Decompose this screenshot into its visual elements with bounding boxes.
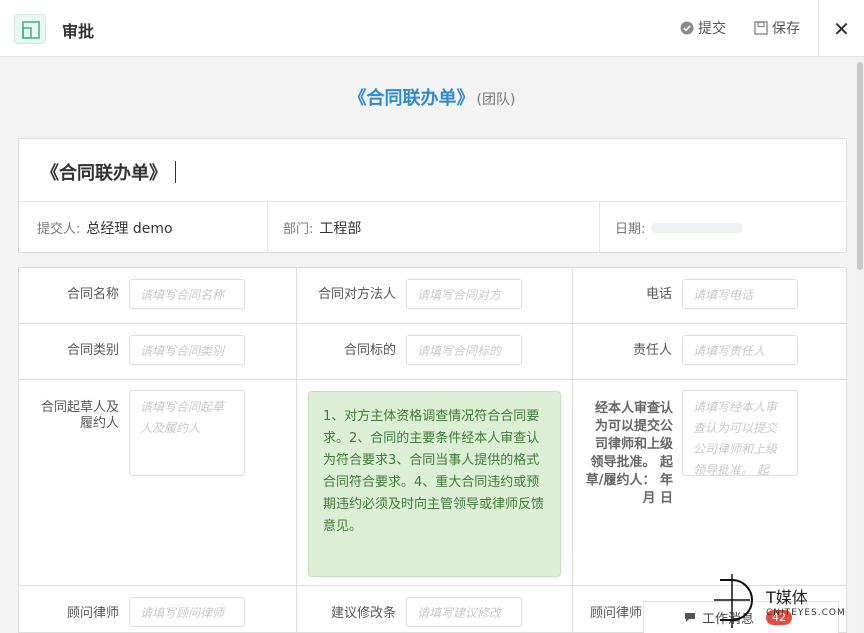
watermark-brand: T媒体 [766, 588, 808, 607]
date-value-redacted [651, 222, 744, 233]
watermark-logo: T媒体 CNITEYES.COM [712, 574, 864, 630]
department-info: 部门: 工程部 [283, 202, 361, 253]
responsible-label: 责任人 [632, 343, 672, 358]
contract-type-label: 合同类别 [66, 343, 119, 358]
contract-name-label: 合同名称 [66, 287, 119, 302]
phone-input[interactable]: 请填写电话 [682, 279, 798, 309]
meta-separator [599, 202, 600, 253]
approval-app-icon [14, 14, 46, 44]
consultant-lawyer-input[interactable]: 请填写顾问律师 [129, 597, 245, 627]
close-button[interactable]: ✕ [818, 0, 864, 57]
contract-name-input[interactable]: 请填写合同名称 [129, 279, 245, 309]
document-subtitle: (团队) [476, 92, 516, 108]
page-title: 审批 [62, 22, 95, 41]
document-title: 《合同联办单》 [348, 88, 475, 109]
counterparty-label: 合同对方法人 [317, 287, 396, 302]
drafter-label: 合同起草人及履约人 [40, 400, 119, 431]
floppy-disk-icon [754, 21, 768, 35]
handler-review-textarea[interactable]: 请填写经本人审查认为可以提交公司律师和上级领导批准。 起 [682, 390, 798, 476]
column-divider [296, 268, 297, 633]
contract-subject-label: 合同标的 [343, 343, 396, 358]
row-divider [19, 379, 846, 380]
form-header-card: 《合同联办单》 提交人: 总经理 demo 部门: 工程部 日期: [18, 138, 847, 253]
submitter-value: 总经理 demo [86, 220, 173, 237]
check-circle-icon [680, 21, 694, 35]
meta-separator [267, 202, 268, 253]
save-button[interactable]: 保存 [754, 18, 800, 38]
contract-subject-input[interactable]: 请填写合同标的 [406, 335, 522, 365]
responsible-input[interactable]: 请填写责任人 [682, 335, 798, 365]
submitter-label: 提交人: [37, 222, 81, 237]
chat-bubble-icon [685, 613, 695, 622]
instruction-note: 1、对方主体资格调查情况符合合同要求。2、合同的主要条件经本人审查认为符合要求3… [308, 391, 561, 577]
drafter-textarea[interactable]: 请填写合同起草人及履约人 [129, 390, 245, 476]
close-icon: ✕ [833, 16, 850, 41]
date-info: 日期: [615, 202, 744, 253]
form-title[interactable]: 《合同联办单》 [41, 159, 176, 185]
suggestion-label: 建议修改条 [330, 606, 396, 621]
watermark-d-icon [714, 574, 753, 628]
submit-button[interactable]: 提交 [680, 18, 726, 38]
form-title-text: 《合同联办单》 [41, 163, 167, 184]
column-divider [572, 268, 573, 633]
contract-type-input[interactable]: 请填写合同类别 [129, 335, 245, 365]
date-label: 日期: [615, 222, 646, 237]
document-heading: 《合同联办单》 (团队) [0, 84, 864, 110]
submitter-info: 提交人: 总经理 demo [37, 202, 173, 253]
watermark-site: CNITEYES.COM [766, 608, 846, 618]
handler-review-label: 经本人审查认为可以提交公司律师和上级领导批准。 起草/履约人： 年 月 日 [585, 401, 673, 506]
counterparty-input[interactable]: 请填写合同对方 [406, 279, 522, 309]
department-value: 工程部 [319, 220, 362, 237]
consultant-lawyer-label-2: 顾问律师 [589, 606, 642, 621]
suggestion-input[interactable]: 请填写建议修改 [406, 597, 522, 627]
department-label: 部门: [283, 222, 314, 237]
top-bar: 审批 提交 保存 ✕ [0, 0, 864, 57]
consultant-lawyer-label: 顾问律师 [66, 606, 119, 621]
row-divider [19, 323, 846, 324]
text-cursor [175, 161, 176, 183]
save-label: 保存 [772, 21, 800, 37]
submit-label: 提交 [698, 21, 726, 37]
phone-label: 电话 [645, 287, 672, 302]
